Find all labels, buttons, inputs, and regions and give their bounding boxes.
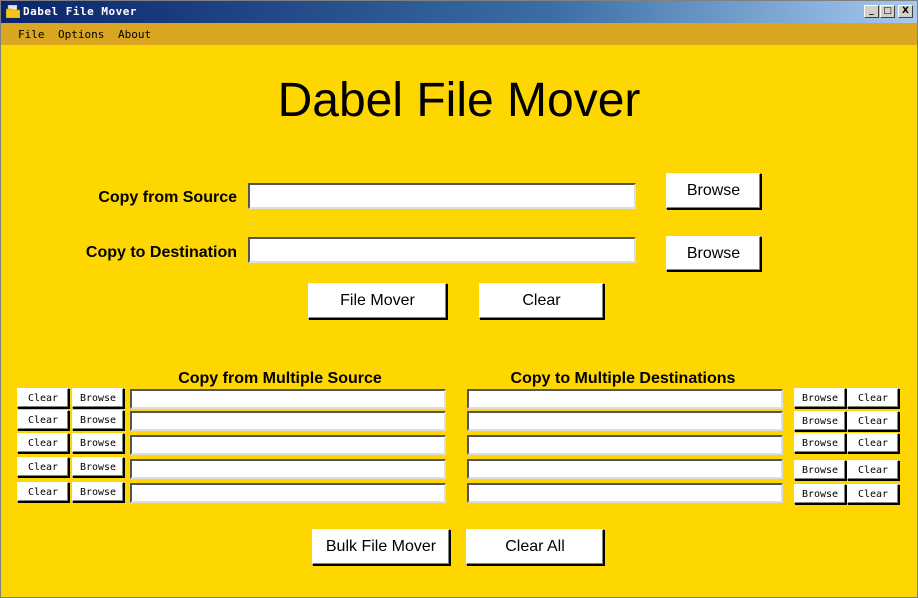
multi-destination-input[interactable] <box>467 411 783 431</box>
source-label: Copy from Source <box>98 189 237 206</box>
multi-destination-input[interactable] <box>467 459 783 479</box>
destination-label: Copy to Destination <box>85 244 237 261</box>
multi-destination-input[interactable] <box>467 389 783 409</box>
browse-destination-button[interactable]: Browse <box>666 236 761 271</box>
app-heading: Dabel File Mover <box>277 74 641 127</box>
source-clear-button[interactable]: Clear <box>17 433 69 453</box>
menu-bar: File Options About <box>1 23 917 45</box>
source-browse-button[interactable]: Browse <box>72 388 124 408</box>
multi-source-input[interactable] <box>130 435 446 455</box>
file-mover-button[interactable]: File Mover <box>308 283 447 319</box>
multi-destination-input[interactable] <box>467 483 783 503</box>
bulk-file-mover-button[interactable]: Bulk File Mover <box>312 529 450 565</box>
close-icon: X <box>902 6 909 16</box>
source-clear-button[interactable]: Clear <box>17 482 69 502</box>
destination-browse-button[interactable]: Browse <box>794 484 846 504</box>
destination-browse-button[interactable]: Browse <box>794 460 846 480</box>
window-title: Dabel File Mover <box>23 5 137 18</box>
multi-source-input[interactable] <box>130 411 446 431</box>
menu-file[interactable]: File <box>18 28 45 41</box>
title-bar[interactable]: Dabel File Mover _ □ X <box>1 1 917 23</box>
source-clear-button[interactable]: Clear <box>17 457 69 477</box>
destination-clear-button[interactable]: Clear <box>847 388 899 408</box>
destination-clear-button[interactable]: Clear <box>847 411 899 431</box>
destination-clear-button[interactable]: Clear <box>847 433 899 453</box>
source-browse-button[interactable]: Browse <box>72 433 124 453</box>
maximize-button[interactable]: □ <box>880 5 895 18</box>
multi-source-input[interactable] <box>130 389 446 409</box>
clear-all-button[interactable]: Clear All <box>466 529 604 565</box>
source-browse-button[interactable]: Browse <box>72 457 124 477</box>
destination-browse-button[interactable]: Browse <box>794 388 846 408</box>
minimize-icon: _ <box>869 6 874 16</box>
destination-input[interactable] <box>248 237 636 263</box>
source-clear-button[interactable]: Clear <box>17 388 69 408</box>
close-button[interactable]: X <box>898 5 913 18</box>
multi-source-input[interactable] <box>130 459 446 479</box>
source-browse-button[interactable]: Browse <box>72 482 124 502</box>
multi-source-input[interactable] <box>130 483 446 503</box>
multiple-destinations-heading: Copy to Multiple Destinations <box>510 370 736 387</box>
menu-options[interactable]: Options <box>58 28 104 41</box>
browse-source-button[interactable]: Browse <box>666 173 761 209</box>
destination-clear-button[interactable]: Clear <box>847 460 899 480</box>
app-window: Dabel File Mover _ □ X File Options Abou… <box>0 0 918 598</box>
multi-destination-input[interactable] <box>467 435 783 455</box>
source-clear-button[interactable]: Clear <box>17 410 69 430</box>
menu-about[interactable]: About <box>118 28 151 41</box>
multiple-source-heading: Copy from Multiple Source <box>178 370 382 387</box>
destination-clear-button[interactable]: Clear <box>847 484 899 504</box>
minimize-button[interactable]: _ <box>864 5 879 18</box>
destination-browse-button[interactable]: Browse <box>794 433 846 453</box>
destination-browse-button[interactable]: Browse <box>794 411 846 431</box>
source-browse-button[interactable]: Browse <box>72 410 124 430</box>
folder-icon <box>6 5 20 18</box>
source-input[interactable] <box>248 183 636 209</box>
maximize-icon: □ <box>883 6 892 16</box>
clear-button[interactable]: Clear <box>479 283 604 319</box>
